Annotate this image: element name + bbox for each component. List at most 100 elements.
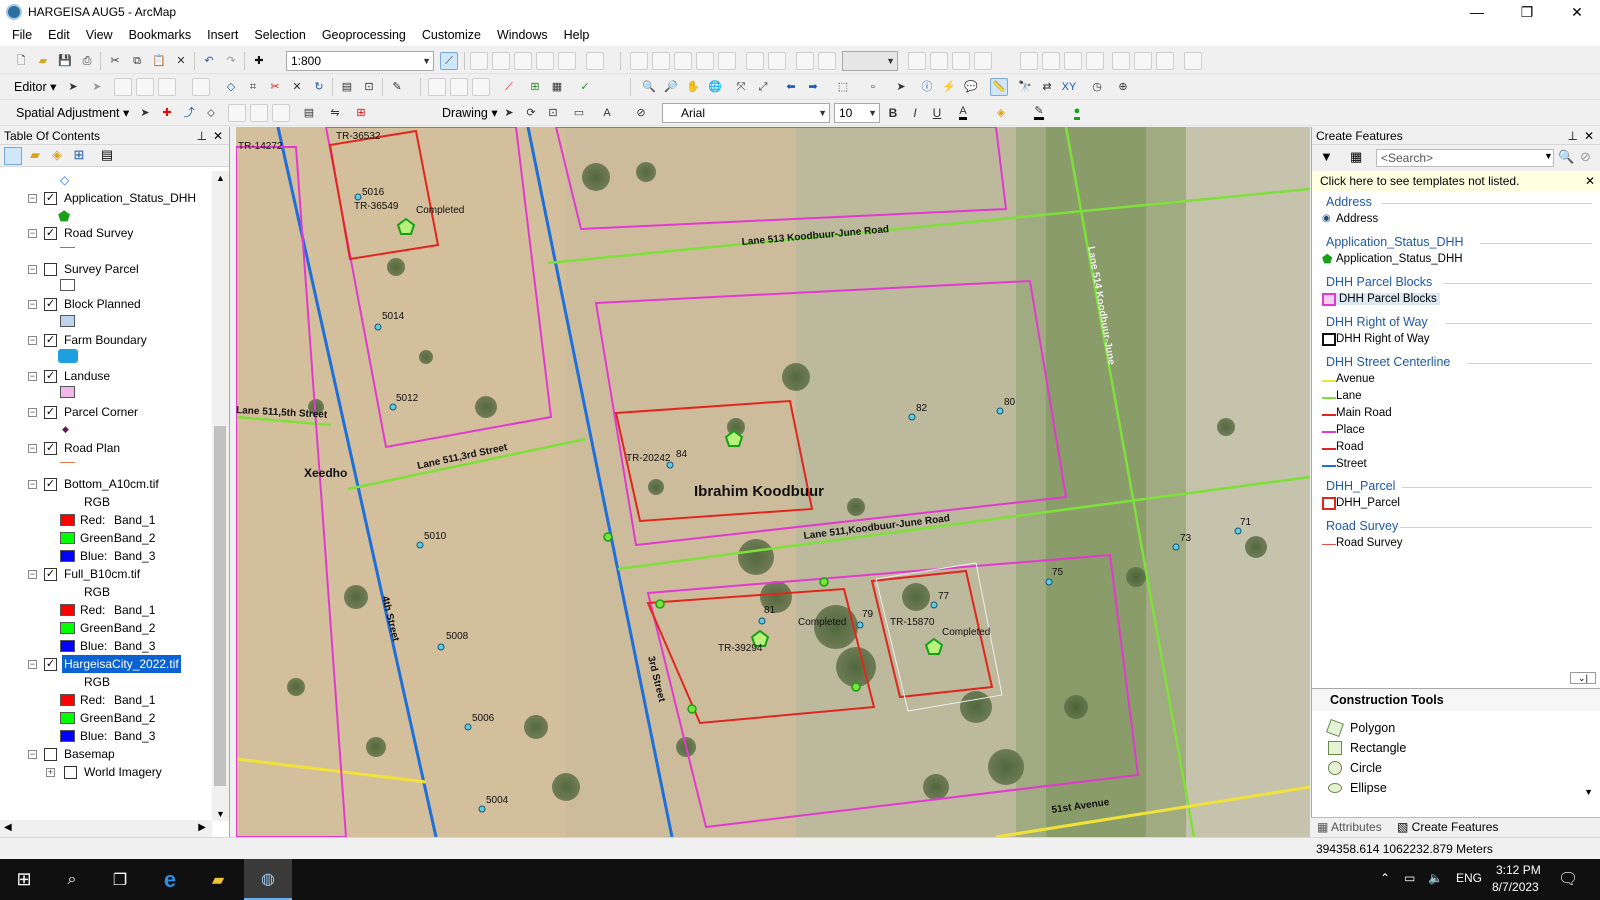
layout-zoom-combo[interactable]: ▼ (842, 51, 898, 71)
layer-farm-boundary[interactable]: Farm Boundary (64, 331, 147, 349)
collapse-toggle[interactable]: − (28, 229, 37, 238)
template-lane[interactable]: Lane (1336, 390, 1362, 402)
trace-icon[interactable] (158, 78, 176, 96)
layer-basemap[interactable]: Basemap (64, 745, 115, 763)
show-hidden-icons-icon[interactable]: ⌃ (1380, 871, 1390, 885)
pan-icon[interactable]: ✋ (684, 78, 702, 96)
zoom-out-icon[interactable]: 🔎 (662, 78, 680, 96)
menu-insert[interactable]: Insert (199, 24, 246, 46)
go-to-xy-icon[interactable]: XY (1060, 78, 1078, 96)
adjust-tool-2-icon[interactable] (250, 104, 268, 122)
cogo-tool-3-icon[interactable] (472, 78, 490, 96)
text-tool-icon[interactable]: A (598, 104, 616, 122)
notifications-icon[interactable]: 🗨 (1558, 869, 1578, 889)
template-avenue[interactable]: Avenue (1336, 373, 1375, 385)
measure-icon[interactable]: 📏 (990, 78, 1008, 96)
scroll-down-icon[interactable]: ▼ (216, 809, 225, 819)
layout-tool-10-icon[interactable] (908, 52, 926, 70)
python-window-icon[interactable] (558, 52, 576, 70)
layout-tool-17-icon[interactable] (1086, 52, 1104, 70)
zoom-to-element-icon[interactable]: ⊡ (544, 104, 562, 122)
search-icon[interactable]: 🔍 (1558, 149, 1574, 165)
topology-edit-icon[interactable]: ⟋ (500, 78, 518, 96)
layer-checkbox[interactable]: ✓ (44, 298, 57, 311)
toc-vertical-scrollbar[interactable]: ▲ ▼ (212, 171, 229, 821)
search-icon[interactable]: ⌕ (48, 859, 96, 900)
template-road[interactable]: Road (1336, 441, 1364, 453)
validate-topology-icon[interactable]: ▦ (548, 78, 566, 96)
layout-tool-16-icon[interactable] (1064, 52, 1082, 70)
rotate-icon[interactable]: ↻ (310, 78, 328, 96)
menu-help[interactable]: Help (556, 24, 598, 46)
copy-icon[interactable]: ⧉ (128, 52, 146, 70)
layout-tool-5-icon[interactable] (718, 52, 736, 70)
arctoolbox-icon[interactable] (536, 52, 554, 70)
modify-link-icon[interactable]: ⤴ (180, 104, 198, 122)
font-size-combo[interactable]: 10 ▼ (834, 103, 880, 123)
identify-icon[interactable]: ⓘ (918, 78, 936, 96)
layout-tool-13-icon[interactable] (974, 52, 992, 70)
tool-rectangle[interactable]: Rectangle (1350, 741, 1406, 755)
font-name-combo[interactable]: Arial ▼ (662, 103, 830, 123)
error-inspector-icon[interactable]: ✓ (576, 78, 594, 96)
undo-icon[interactable]: ↶ (200, 52, 218, 70)
collapse-toggle[interactable]: − (28, 194, 37, 203)
layout-tool-6-icon[interactable] (746, 52, 764, 70)
scroll-up-icon[interactable]: ▲ (216, 173, 225, 183)
create-close-icon[interactable]: ✕ (1584, 127, 1594, 145)
layer-checkbox[interactable]: ✓ (44, 568, 57, 581)
collapse-toggle[interactable]: − (28, 408, 37, 417)
fill-color-icon[interactable]: ◈ (992, 104, 1010, 122)
list-by-source-icon[interactable]: ▰ (26, 147, 44, 165)
point-icon[interactable] (192, 78, 210, 96)
minimize-button[interactable]: — (1454, 0, 1500, 24)
fixed-zoom-out-icon[interactable]: ⤢ (754, 78, 772, 96)
reshape-icon[interactable]: ⌗ (244, 78, 262, 96)
hyperlink-icon[interactable]: ⚡ (940, 78, 958, 96)
templates-not-listed-bar[interactable]: Click here to see templates not listed. … (1312, 171, 1600, 191)
pin-icon[interactable]: ⊥ (197, 127, 207, 145)
layout-tool-14-icon[interactable] (1020, 52, 1038, 70)
find-icon[interactable]: 🔭 (1016, 78, 1034, 96)
pin-icon[interactable]: ⊥ (1568, 127, 1578, 145)
find-route-icon[interactable]: ⇄ (1038, 78, 1056, 96)
tool-ellipse[interactable]: Ellipse (1350, 781, 1387, 795)
layout-tool-15-icon[interactable] (1042, 52, 1060, 70)
map-canvas[interactable]: TR-14272 TR-36532 5016 TR-36549 Complete… (236, 127, 1310, 837)
html-popup-icon[interactable]: 💬 (962, 78, 980, 96)
cut-icon[interactable]: ✂ (106, 52, 124, 70)
multi-displacement-icon[interactable]: ⬦ (202, 104, 220, 122)
layer-survey-parcel[interactable]: Survey Parcel (64, 260, 139, 278)
layer-hargeisa-city-2022[interactable]: HargeisaCity_2022.tif (62, 655, 181, 673)
attribute-transfer-icon[interactable]: ⊞ (352, 104, 370, 122)
line-color-icon[interactable]: ✎ (1030, 104, 1048, 122)
scroll-right-icon[interactable]: ▶ (198, 822, 206, 833)
add-data-icon[interactable]: ✚ (250, 52, 268, 70)
menu-windows[interactable]: Windows (489, 24, 556, 46)
collapse-toggle[interactable]: − (28, 300, 37, 309)
filter-icon[interactable]: ▼ (1320, 149, 1333, 164)
layout-tool-19-icon[interactable] (1134, 52, 1152, 70)
layout-tool-1-icon[interactable] (630, 52, 648, 70)
create-features-icon[interactable]: ✎ (388, 78, 406, 96)
template-search-input[interactable]: <Search> (1376, 149, 1554, 167)
clock-time[interactable]: 3:12 PM (1496, 863, 1541, 877)
catalog-window-icon[interactable] (492, 52, 510, 70)
toc-options-icon[interactable]: ▤ (98, 147, 116, 165)
layout-tool-20-icon[interactable] (1156, 52, 1174, 70)
layout-tool-9-icon[interactable] (818, 52, 836, 70)
layout-tool-21-icon[interactable] (1184, 52, 1202, 70)
edit-annotation-icon[interactable]: ➤ (88, 78, 106, 96)
collapse-toggle[interactable]: − (28, 480, 37, 489)
template-dhh-right-of-way[interactable]: DHH Right of Way (1336, 333, 1430, 345)
drawing-select-icon[interactable]: ➤ (500, 104, 518, 122)
layer-checkbox[interactable]: ✓ (44, 192, 57, 205)
new-displacement-link-icon[interactable]: ✚ (158, 104, 176, 122)
file-explorer-icon[interactable]: ▰ (194, 859, 242, 900)
edit-vertices-icon[interactable]: ◇ (222, 78, 240, 96)
back-extent-icon[interactable]: ⬅ (782, 78, 800, 96)
toc-close-icon[interactable]: ✕ (213, 127, 223, 145)
organize-templates-icon[interactable]: ▦ (1350, 149, 1362, 165)
map-topology-icon[interactable]: ⊞ (526, 78, 544, 96)
layer-checkbox[interactable] (64, 766, 77, 779)
